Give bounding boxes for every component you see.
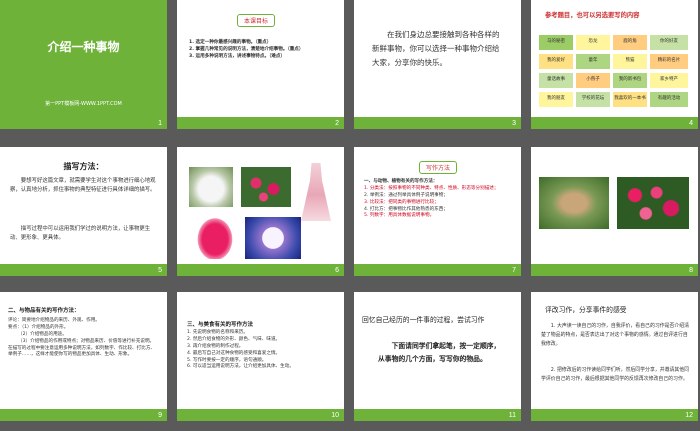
footer-bar [0, 409, 167, 421]
text-line: 评论：简要地介绍物品的来历、外观、作用。 [8, 318, 100, 323]
slide-11[interactable]: 回忆自己经历的一件事的过程，尝试习作 下面请同学们拿起笔，按一定顺序，从事物的几… [354, 292, 521, 421]
method-line: 3. 比较法：把同类的事物进行比较； [364, 199, 439, 205]
slide-number: 3 [512, 120, 516, 127]
objective-1: 1. 选定一种你最感兴趣的事物。（重点） [189, 40, 272, 45]
method-paragraph-2: 描写过程中可以运用我们学过的说明方法，让事物更生动、更形象、更具体。 [10, 226, 151, 242]
text-line: 3. 再介绍食物的制作过程。 [187, 343, 244, 349]
method-paragraph-1: 要想写好这篇文章，就需要学生对这个事物进行细心地观察，认真地分析，抓住事物的典型… [10, 178, 156, 194]
topic-cell: 家乡特产 [650, 73, 688, 88]
footer-bar [177, 117, 344, 129]
slide-2[interactable]: 本课目标 1. 选定一种你最感兴趣的事物。（重点） 2. 掌握几种常见的说明方法… [177, 0, 344, 129]
footer-bar [177, 409, 344, 421]
topic-cell: 小燕子 [576, 73, 610, 88]
slide-number: 11 [508, 412, 516, 419]
slide-6[interactable]: 6 [177, 147, 344, 276]
review-title: 评改习作，分享事件的感受 [545, 306, 627, 314]
text-line: 要点：（1）介绍物品的外形。 [8, 324, 69, 330]
slide-12[interactable]: 评改习作，分享事件的感受 1. 大声读一读自己的习作，自我评价，看自己的习作是否… [531, 292, 698, 421]
reference-title: 参考题目，也可以另选要写的内容 [545, 12, 640, 19]
mooncake-photo [245, 217, 301, 259]
slide-number: 9 [158, 412, 162, 419]
text-line: 在描写的过程中要注意运用多种说明方法，如列数字、作比较、打比方、举例子……，这样… [8, 345, 156, 358]
review-paragraph-1: 1. 大声读一读自己的习作，自我评价，看自己的习作是否介绍清楚了物品的特点，是否… [541, 323, 690, 347]
topic-cell: 鹿的角 [613, 35, 647, 50]
topic-cell: 我喜欢的一本书 [613, 92, 647, 107]
text-line: 4. 最后写自己对这种食物的感受和喜爱之情。 [187, 350, 281, 356]
slide-4[interactable]: 参考题目，也可以另选要写的内容 马的秘密 恐龙 鹿的角 你的好友 我的爱好 童年… [531, 0, 698, 129]
slide-number: 6 [335, 267, 339, 274]
writing-method-tag: 写作方法 [419, 155, 458, 174]
flower-cluster-photo [617, 177, 689, 229]
slide-number: 8 [689, 267, 693, 274]
slide-number: 10 [331, 412, 339, 419]
slide-5[interactable]: 描写方法： 要想写好这篇文章，就需要学生对这个事物进行细心地观察，认真地分析，抓… [0, 147, 167, 276]
topic-cell: 学校的花坛 [576, 92, 610, 107]
topic-cell: 童年 [576, 54, 610, 69]
puppy-photo [539, 177, 609, 229]
footer-bar [177, 264, 344, 276]
footer-bar [354, 264, 521, 276]
section-title: 二、与物品有关的写作方法： [8, 308, 80, 314]
slide-number: 12 [685, 412, 693, 419]
slide-7[interactable]: 写作方法 一、与动物、植物有关的写作方法： 1. 分类法：按照事物的不同种类、特… [354, 147, 521, 276]
method-line: 1. 分类法：按照事物的不同种类、特点、性质、形态等分别描述； [364, 185, 499, 191]
topic-cell: 我的朋友 [539, 92, 573, 107]
footer-bar [0, 264, 167, 276]
objective-tag: 本课目标 [237, 8, 276, 27]
topic-cell: 恐龙 [576, 35, 610, 50]
rabbit-photo [189, 167, 233, 207]
text-line: （2）介绍物品的用途。 [18, 331, 67, 337]
intro-text: 在我们身边总要接触到各种各样的新鲜事物，你可以选择一种事物介绍给大家，分享你的快… [372, 30, 500, 67]
footer-bar [354, 117, 521, 129]
slide-subtitle: 第一PPT模板网-WWW.1PPT.COM [45, 101, 122, 107]
slide-number: 7 [512, 267, 516, 274]
topic-cell: 我的爱好 [539, 54, 573, 69]
slide-3[interactable]: 在我们身边总要接触到各种各样的新鲜事物，你可以选择一种事物介绍给大家，分享你的快… [354, 0, 521, 129]
topic-cell: 你的好友 [650, 35, 688, 50]
slide-number: 2 [335, 120, 339, 127]
method-line: 5. 列数字：用具体数据说明事物。 [364, 213, 435, 219]
footer-bar [531, 409, 698, 421]
topic-cell: 童话故事 [539, 73, 573, 88]
footer-bar [531, 264, 698, 276]
dragonfruit-photo [195, 215, 235, 259]
method-line: 2. 举例法：通过列举具体例子说明事物； [364, 192, 448, 198]
task-title: 回忆自己经历的一件事的过程，尝试习作 [362, 316, 485, 324]
text-line: 6. 可以适当运用说明方法，让介绍更加具体、生动。 [187, 364, 294, 370]
dress-photo [301, 163, 331, 221]
section-title: 三、与美食有关的写作方法 [187, 322, 254, 328]
slide-9[interactable]: 二、与物品有关的写作方法： 评论：简要地介绍物品的来历、外观、作用。 要点：（1… [0, 292, 167, 421]
method-title: 描写方法： [63, 162, 104, 171]
slide-title: 介绍一种事物 [47, 40, 120, 54]
slide-8[interactable]: 8 [531, 147, 698, 276]
topic-cell: 精彩的名片 [650, 54, 688, 69]
slide-number: 5 [158, 267, 162, 274]
footer-bar [354, 409, 521, 421]
objective-3: 3. 运用多种说明方法，讲述事物特点。（难点） [189, 53, 286, 59]
slide-10[interactable]: 三、与美食有关的写作方法 1. 先说明食物的名称和来历。 2. 然后介绍食物的外… [177, 292, 344, 421]
slide-1[interactable]: 介绍一种事物 第一PPT模板网-WWW.1PPT.COM 1 [0, 0, 167, 129]
objective-2: 2. 掌握几种常见的说明方法，清楚地介绍事物。（重点） [189, 46, 304, 52]
method-heading: 一、与动物、植物有关的写作方法： [364, 179, 438, 184]
text-line: 2. 然后介绍食物的外形、颜色、气味、味道。 [187, 336, 281, 342]
text-line: 1. 先说明食物的名称和来历。 [187, 330, 248, 335]
topic-cell: 熊猫 [613, 54, 647, 69]
slide-number: 4 [689, 120, 693, 127]
topic-cell: 马的秘密 [539, 35, 573, 50]
text-line: （3）介绍物品的作用或特点；对物品来历、价值等进行补充说明。 [18, 338, 155, 344]
task-text: 下面请同学们拿起笔，按一定顺序，从事物的几个方面，写写你的物品。 [378, 342, 501, 363]
review-paragraph-2: 2. 把修改后的习作读给同学们听，然后同学分享，并邀请其他同学评价自己的习作，最… [541, 367, 690, 382]
slide-number: 1 [158, 120, 162, 127]
topic-cell: 有趣的活动 [650, 92, 688, 107]
footer-bar [531, 117, 698, 129]
topic-cell: 我的新书包 [613, 73, 647, 88]
flower-photo [241, 167, 291, 207]
